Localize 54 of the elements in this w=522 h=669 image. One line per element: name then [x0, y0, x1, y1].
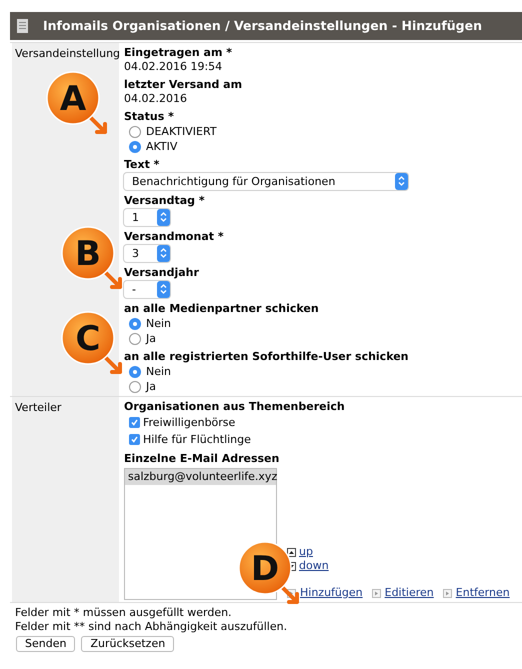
- checkbox[interactable]: [129, 434, 140, 445]
- option-label: AKTIV: [146, 140, 178, 154]
- select-dropdown[interactable]: -: [124, 281, 170, 298]
- field-label: Eingetragen am *: [124, 46, 234, 60]
- radio-button[interactable]: [129, 366, 141, 378]
- move-link[interactable]: down: [299, 559, 329, 573]
- arrow-up-icon: [287, 548, 296, 556]
- play-icon: [442, 588, 452, 598]
- field-label: Versandjahr: [124, 266, 200, 280]
- select-dropdown[interactable]: Benachrichtigung für Organisationen: [124, 173, 408, 190]
- field-label: Status *: [124, 110, 175, 124]
- checkbox[interactable]: [129, 417, 140, 428]
- section-label: Verteiler: [15, 401, 62, 414]
- field-label: Versandmonat *: [124, 230, 225, 244]
- field-label: letzter Versand am: [124, 78, 244, 92]
- stepper-icon: [157, 281, 170, 298]
- form-button[interactable]: Senden: [16, 636, 76, 652]
- field-label: Text *: [124, 158, 160, 172]
- list-item[interactable]: salzburg@volunteerlife.xyz: [125, 469, 276, 485]
- radio-button[interactable]: [129, 318, 141, 330]
- action-link[interactable]: Hinzufügen: [300, 586, 363, 600]
- stepper-icon: [157, 245, 170, 262]
- note-text: Felder mit * müssen ausgefüllt werden.: [15, 606, 233, 620]
- radio-button[interactable]: [129, 126, 141, 138]
- field-label: Organisationen aus Themenbereich: [124, 400, 346, 414]
- option-label: Freiwilligenbörse: [143, 416, 236, 430]
- option-label: Ja: [146, 332, 156, 346]
- option-label: Hilfe für Flüchtlinge: [143, 432, 251, 446]
- form-button[interactable]: Zurücksetzen: [81, 636, 174, 652]
- radio-button[interactable]: [129, 332, 141, 344]
- play-icon: [372, 588, 381, 598]
- select-dropdown[interactable]: 1: [124, 209, 170, 226]
- field-label: Einzelne E-Mail Adressen: [124, 452, 280, 466]
- radio-button[interactable]: [129, 380, 141, 392]
- action-link[interactable]: Entfernen: [456, 586, 510, 600]
- option-label: DEAKTIVIERT: [146, 124, 217, 138]
- note-text: Felder mit ** sind nach Abhängigkeit auszufüllen.: [15, 620, 288, 634]
- option-label: Ja: [146, 380, 156, 394]
- field-label: an alle Medienpartner schicken: [124, 302, 320, 316]
- field-value: 04.02.2016: [124, 92, 188, 106]
- move-link[interactable]: up: [299, 545, 313, 559]
- select-dropdown[interactable]: 3: [124, 245, 170, 262]
- option-label: Nein: [146, 316, 172, 330]
- page-title: Infomails Organisationen / Versandeinstellungen - Hinzufügen: [43, 19, 482, 33]
- field-label: an alle registrierten Soforthilfe-User schicken: [124, 350, 410, 364]
- action-link[interactable]: Editieren: [384, 586, 434, 600]
- stepper-icon: [395, 173, 408, 190]
- document-icon: [16, 19, 29, 33]
- radio-button[interactable]: [129, 140, 141, 152]
- option-label: Nein: [146, 364, 172, 378]
- field-value: 04.02.2016 19:54: [124, 60, 224, 74]
- stepper-icon: [157, 209, 170, 226]
- field-label: Versandtag *: [124, 194, 206, 208]
- section-label: Versandeinstellung: [15, 47, 120, 60]
